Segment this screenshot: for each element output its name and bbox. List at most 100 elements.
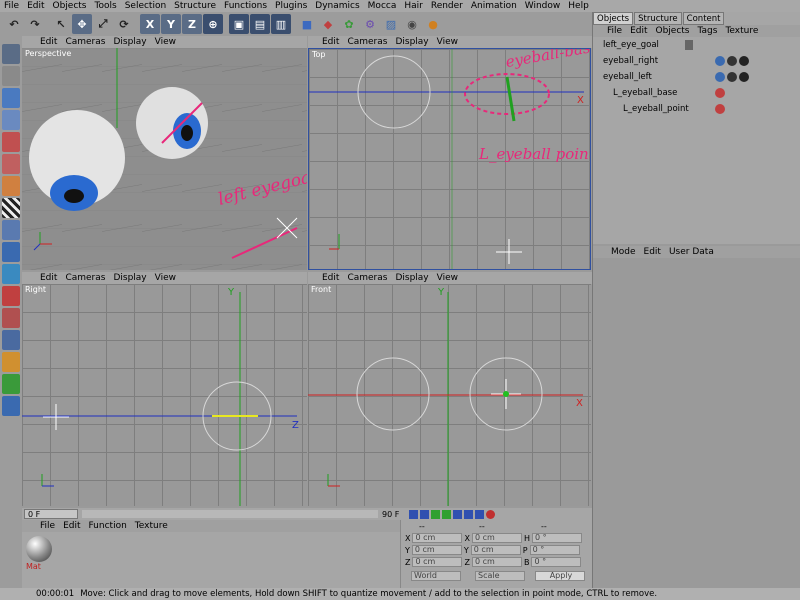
size-y-field[interactable]: 0 cm bbox=[470, 545, 521, 555]
view-menu-edit[interactable]: Edit bbox=[318, 37, 343, 47]
om-menu-file[interactable]: File bbox=[603, 26, 626, 36]
am-menu-user-data[interactable]: User Data bbox=[665, 247, 718, 257]
stop-icon[interactable] bbox=[442, 509, 452, 519]
object-row-l-eyeball-point[interactable]: L_eyeball_point bbox=[593, 101, 800, 117]
y-axis-lock-icon[interactable]: Y bbox=[161, 14, 181, 34]
front-viewport[interactable]: Front Y X bbox=[308, 284, 591, 506]
menu-hair[interactable]: Hair bbox=[400, 0, 426, 12]
step-back-icon[interactable] bbox=[420, 509, 430, 519]
menu-dynamics[interactable]: Dynamics bbox=[311, 0, 363, 12]
brush-tool-icon[interactable] bbox=[2, 242, 20, 262]
apply-button[interactable]: Apply bbox=[535, 571, 585, 581]
menu-edit[interactable]: Edit bbox=[23, 0, 48, 12]
top-viewport[interactable]: Top X eyeball-base L_eyeball point bbox=[308, 48, 591, 270]
points-tool-icon[interactable] bbox=[2, 132, 20, 152]
scene-icon[interactable]: ▨ bbox=[381, 14, 401, 34]
rotation-b-field[interactable]: 0 ° bbox=[531, 557, 582, 567]
mm-menu-edit[interactable]: Edit bbox=[59, 521, 84, 531]
step-forward-icon[interactable] bbox=[464, 509, 474, 519]
menu-mocca[interactable]: Mocca bbox=[364, 0, 401, 12]
view-menu-edit[interactable]: Edit bbox=[36, 273, 61, 283]
x-axis-lock-icon[interactable]: X bbox=[140, 14, 160, 34]
play-back-icon[interactable] bbox=[431, 509, 441, 519]
om-menu-tags[interactable]: Tags bbox=[694, 26, 722, 36]
move-tool-icon[interactable]: ✥ bbox=[72, 14, 92, 34]
size-z-field[interactable]: 0 cm bbox=[471, 557, 522, 567]
object-row-left-eye-goal[interactable]: left_eye_goal bbox=[593, 37, 800, 53]
menu-file[interactable]: File bbox=[0, 0, 23, 12]
polygons-tool-icon[interactable] bbox=[2, 176, 20, 196]
select-arrow-icon[interactable]: ↖ bbox=[51, 14, 71, 34]
size-x-field[interactable]: 0 cm bbox=[471, 533, 522, 543]
goto-end-icon[interactable] bbox=[475, 509, 485, 519]
view-menu-cameras[interactable]: Cameras bbox=[61, 37, 109, 47]
view-menu-cameras[interactable]: Cameras bbox=[343, 37, 391, 47]
object-row-eyeball-left[interactable]: eyeball_left bbox=[593, 69, 800, 85]
undo-icon[interactable]: ↶ bbox=[4, 14, 24, 34]
menu-functions[interactable]: Functions bbox=[220, 0, 271, 12]
mm-menu-file[interactable]: File bbox=[36, 521, 59, 531]
view-menu-view[interactable]: View bbox=[433, 273, 462, 283]
cube-primitive-icon[interactable]: ■ bbox=[297, 14, 317, 34]
view-menu-display[interactable]: Display bbox=[109, 273, 150, 283]
mm-menu-function[interactable]: Function bbox=[85, 521, 131, 531]
rotate-tool-icon[interactable]: ⟳ bbox=[114, 14, 134, 34]
z-axis-lock-icon[interactable]: Z bbox=[182, 14, 202, 34]
array-icon[interactable]: ✿ bbox=[339, 14, 359, 34]
view-menu-view[interactable]: View bbox=[151, 273, 180, 283]
position-x-field[interactable]: 0 cm bbox=[412, 533, 463, 543]
om-menu-edit[interactable]: Edit bbox=[626, 26, 651, 36]
menu-tools[interactable]: Tools bbox=[91, 0, 121, 12]
view-menu-view[interactable]: View bbox=[433, 37, 462, 47]
view-menu-edit[interactable]: Edit bbox=[36, 37, 61, 47]
am-menu-mode[interactable]: Mode bbox=[607, 247, 640, 257]
menu-structure[interactable]: Structure bbox=[170, 0, 220, 12]
om-menu-texture[interactable]: Texture bbox=[721, 26, 762, 36]
coordinate-mode-select[interactable]: World bbox=[411, 571, 461, 581]
menu-plugins[interactable]: Plugins bbox=[271, 0, 311, 12]
scale-tool-icon[interactable]: ⤢ bbox=[93, 14, 113, 34]
timeline-slider[interactable] bbox=[82, 510, 378, 518]
pencil-tool-icon[interactable] bbox=[2, 352, 20, 372]
perspective-viewport[interactable]: Perspective left eyegoal bbox=[22, 48, 307, 270]
sculpt-tool-icon[interactable] bbox=[2, 264, 20, 284]
record-icon[interactable] bbox=[486, 509, 496, 519]
rotation-h-field[interactable]: 0 ° bbox=[531, 533, 582, 543]
workplane-tool-icon[interactable] bbox=[2, 374, 20, 394]
om-menu-objects[interactable]: Objects bbox=[652, 26, 694, 36]
object-row-l-eyeball-base[interactable]: L_eyeball_base bbox=[593, 85, 800, 101]
view-menu-display[interactable]: Display bbox=[391, 273, 432, 283]
tab-structure[interactable]: Structure bbox=[634, 12, 682, 25]
tab-content[interactable]: Content bbox=[682, 12, 725, 25]
rotation-p-field[interactable]: 0 ° bbox=[529, 545, 580, 555]
redo-icon[interactable]: ↷ bbox=[25, 14, 45, 34]
menu-objects[interactable]: Objects bbox=[49, 0, 91, 12]
position-z-field[interactable]: 0 cm bbox=[412, 557, 463, 567]
object-row-eyeball-right[interactable]: eyeball_right bbox=[593, 53, 800, 69]
view-menu-edit[interactable]: Edit bbox=[318, 273, 343, 283]
use-texture-tool-icon[interactable] bbox=[2, 88, 20, 108]
light-icon[interactable]: ● bbox=[423, 14, 443, 34]
view-menu-display[interactable]: Display bbox=[109, 37, 150, 47]
use-model-tool-icon[interactable] bbox=[2, 44, 20, 64]
am-menu-edit[interactable]: Edit bbox=[640, 247, 665, 257]
checker-tool-icon[interactable] bbox=[2, 198, 20, 218]
menu-help[interactable]: Help bbox=[564, 0, 593, 12]
menu-animation[interactable]: Animation bbox=[467, 0, 521, 12]
menu-selection[interactable]: Selection bbox=[121, 0, 170, 12]
size-mode-select[interactable]: Scale bbox=[475, 571, 525, 581]
edges-tool-icon[interactable] bbox=[2, 154, 20, 174]
render-region-icon[interactable]: ▤ bbox=[250, 14, 270, 34]
play-icon[interactable] bbox=[453, 509, 463, 519]
deformer-icon[interactable]: ⚙ bbox=[360, 14, 380, 34]
coordinate-system-icon[interactable]: ⊕ bbox=[203, 14, 223, 34]
current-frame-field[interactable]: 0 F bbox=[24, 509, 78, 519]
magnet-tool-icon[interactable] bbox=[2, 220, 20, 240]
goto-start-icon[interactable] bbox=[409, 509, 419, 519]
paint-tool-icon[interactable] bbox=[2, 286, 20, 306]
position-y-field[interactable]: 0 cm bbox=[411, 545, 462, 555]
render-picture-viewer-icon[interactable]: ▥ bbox=[271, 14, 291, 34]
render-view-icon[interactable]: ▣ bbox=[229, 14, 249, 34]
menu-render[interactable]: Render bbox=[427, 0, 467, 12]
view-menu-cameras[interactable]: Cameras bbox=[343, 273, 391, 283]
